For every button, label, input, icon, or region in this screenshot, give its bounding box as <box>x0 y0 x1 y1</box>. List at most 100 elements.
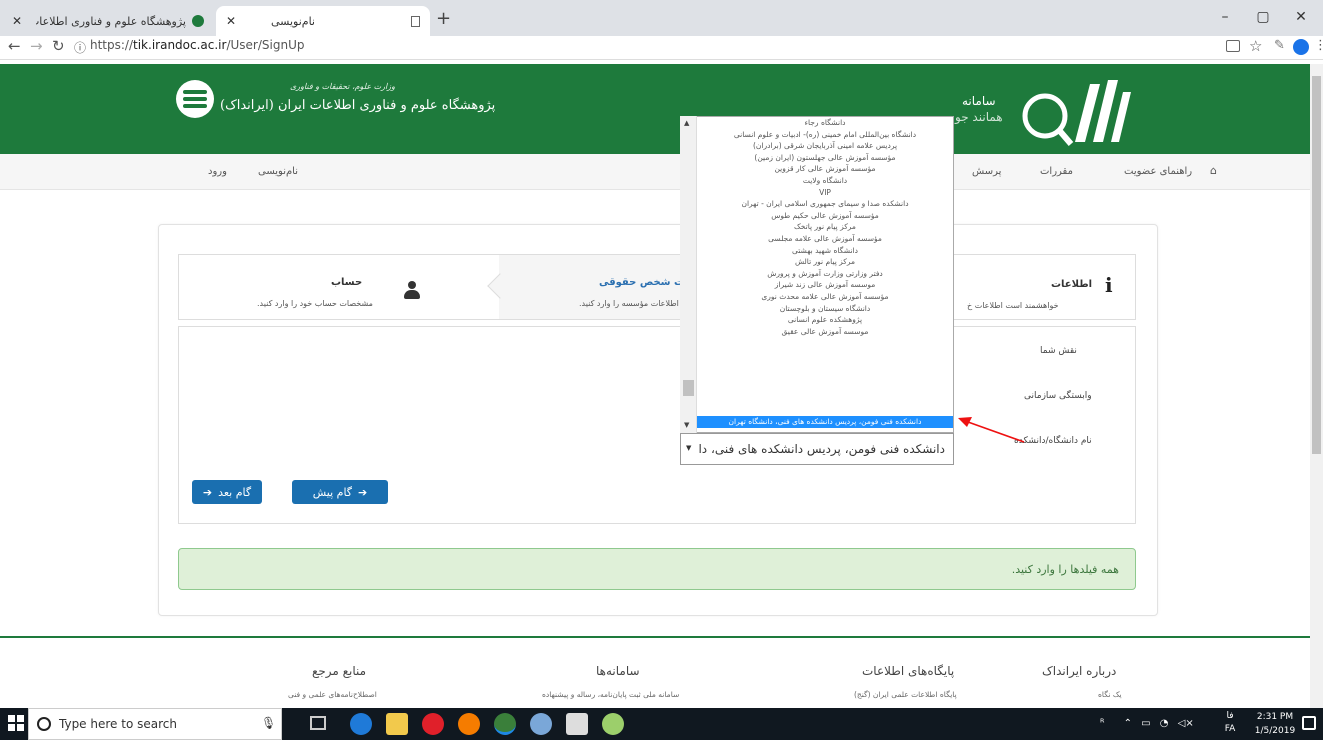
dropdown-option[interactable]: دانشگاه شهید بهشتی <box>697 245 953 257</box>
new-tab-button[interactable]: + <box>436 8 451 29</box>
dropdown-option[interactable]: موسسه آموزش عالی عقیق <box>697 326 953 338</box>
step-title: حساب <box>331 277 363 288</box>
photos-icon[interactable] <box>566 713 588 735</box>
dropdown-option[interactable]: دانشگاه سیستان و بلوچستان <box>697 303 953 315</box>
site-nav: نام‌نویسی ورود ⌂ راهنمای عضویت مقررات پر… <box>0 154 1310 190</box>
chrome-icon[interactable] <box>494 713 516 735</box>
back-arrow-icon[interactable]: ← <box>8 37 21 55</box>
arrow-right-icon: ➔ <box>202 485 213 499</box>
dropdown-option[interactable]: پردیس علامه امینی آذربایجان شرقی (برادرا… <box>697 140 953 152</box>
bookmark-star-icon[interactable]: ☆ <box>1249 37 1262 55</box>
footer-link-thesaurus[interactable]: اصطلاح‌نامه‌های علمی و فنی <box>288 690 377 699</box>
close-window-button[interactable]: ✕ <box>1286 4 1316 30</box>
dropdown-option[interactable]: مرکز پیام نور تالش <box>697 256 953 268</box>
dropdown-option[interactable]: دفتر وزارتی وزارت آموزش و پرورش <box>697 268 953 280</box>
org-name: پژوهشگاه علوم و فناوری اطلاعات ایران (ای… <box>220 98 496 113</box>
dropdown-option[interactable]: مؤسسه آموزش عالی حکیم طوس <box>697 210 953 222</box>
dropdown-option[interactable]: پژوهشکده علوم انسانی <box>697 314 953 326</box>
tab-close-icon[interactable]: ✕ <box>226 14 236 28</box>
user-icon <box>404 281 420 299</box>
edge-icon[interactable] <box>350 713 372 735</box>
previous-step-button[interactable]: ➔ گام پیش <box>292 480 388 504</box>
clock[interactable]: 2:31 PM 1/5/2019 <box>1250 710 1300 738</box>
nav-rules[interactable]: مقررات <box>1040 166 1073 177</box>
footer-title-references: منابع مرجع <box>312 664 367 678</box>
step-account[interactable]: حساب مشخصات حساب خود را وارد کنید. <box>179 255 499 319</box>
lang-code: FA <box>1224 724 1236 734</box>
file-explorer-icon[interactable] <box>386 713 408 735</box>
prev-button-label: گام پیش <box>312 485 353 499</box>
footer-title-databases: پایگاه‌های اطلاعات <box>862 664 955 678</box>
browser-menu-icon[interactable]: ⋮ <box>1314 38 1323 53</box>
dropdown-option[interactable]: دانشگاه ولایت <box>697 175 953 187</box>
tray-chevron-icon[interactable]: ⌃ <box>1124 718 1132 729</box>
notifications-icon[interactable] <box>1302 716 1316 730</box>
irandoc-logo-icon[interactable] <box>176 80 214 118</box>
dropdown-option[interactable]: مؤسسه آموزش عالی کار قزوین <box>697 163 953 175</box>
maximize-button[interactable]: ▢ <box>1248 4 1278 30</box>
scroll-down-icon[interactable]: ▼ <box>684 421 689 429</box>
wifi-icon[interactable]: ◔ <box>1160 718 1169 729</box>
alert-message: همه فیلدها را وارد کنید. <box>1011 563 1119 576</box>
page-scroll-thumb[interactable] <box>1312 76 1321 454</box>
step-info[interactable]: i اطلاعات خواهشمند است اطلاعات خ <box>955 255 1135 319</box>
nav-login[interactable]: ورود <box>208 166 227 177</box>
snipping-tool-icon[interactable] <box>602 713 624 735</box>
dropdown-option[interactable]: مؤسسه آموزش عالی علامه مجلسی <box>697 233 953 245</box>
scroll-up-icon[interactable]: ▲ <box>684 119 689 127</box>
windows-start-icon[interactable] <box>8 715 24 731</box>
microphone-icon[interactable]: 🎙 <box>261 716 276 730</box>
university-select[interactable]: دانشکده فنی فومن، پردیس دانشکده های فنی،… <box>680 433 954 465</box>
validation-alert: همه فیلدها را وارد کنید. <box>178 548 1136 590</box>
lang-top: فا <box>1226 711 1234 721</box>
dropdown-scroll-thumb[interactable] <box>683 380 694 396</box>
next-button-label: گام بعد <box>218 485 252 499</box>
tab-close-icon[interactable]: ✕ <box>12 14 22 28</box>
footer-link-about[interactable]: یک نگاه <box>1098 690 1122 699</box>
tab-signup[interactable]: نام‌نویسی ✕ <box>216 6 430 36</box>
dropdown-option[interactable]: مؤسسه آموزش عالی علامه محدث نوری <box>697 291 953 303</box>
step-description: خواهشمند است اطلاعات خ <box>967 301 1059 310</box>
next-step-button[interactable]: گام بعد ➔ <box>192 480 262 504</box>
tab-irandoc[interactable]: پژوهشگاه علوم و فناوری اطلاعات ا ✕ <box>2 6 214 36</box>
taskbar-search[interactable]: Type here to search 🎙 <box>28 708 282 740</box>
dropdown-option[interactable]: دانشگاه رجاء <box>697 117 953 129</box>
home-icon[interactable]: ⌂ <box>1210 164 1217 177</box>
tab-title: پژوهشگاه علوم و فناوری اطلاعات ا <box>36 14 186 28</box>
volume-icon[interactable]: ◁× <box>1178 718 1194 729</box>
step-title: اطلاعات <box>1051 279 1093 290</box>
task-view-icon[interactable] <box>310 716 326 730</box>
dropdown-option[interactable]: موسسه آموزش عالی زند شیراز <box>697 279 953 291</box>
arrow-right-icon: ➔ <box>358 485 368 499</box>
dropdown-option-selected[interactable]: دانشکده فنی فومن، پردیس دانشکده های فنی،… <box>697 416 953 428</box>
nav-membership-guide[interactable]: راهنمای عضویت <box>1124 166 1192 177</box>
reload-icon[interactable]: ↻ <box>52 37 65 55</box>
paint-icon[interactable] <box>530 713 552 735</box>
dropdown-option[interactable]: دانشکده صدا و سیمای جمهوری اسلامی ایران … <box>697 198 953 210</box>
profile-avatar[interactable] <box>1293 39 1309 55</box>
minimize-button[interactable]: – <box>1210 4 1240 30</box>
dropdown-option[interactable]: مرکز پیام نور پاتخک <box>697 221 953 233</box>
step-description: مشخصات حساب خود را وارد کنید. <box>257 299 373 308</box>
battery-icon[interactable]: ▭ <box>1141 718 1150 729</box>
people-icon[interactable]: ᴿ <box>1100 718 1104 729</box>
language-indicator[interactable]: فا FA <box>1218 710 1242 738</box>
tab-title: نام‌نویسی <box>270 14 315 28</box>
dropdown-option[interactable]: مؤسسه آموزش عالی جهلستون (ایران زمین) <box>697 152 953 164</box>
footer-link-ganj[interactable]: پایگاه اطلاعات علمی ایران (گنج) <box>854 690 957 699</box>
nav-faq[interactable]: پرسش <box>972 166 1001 177</box>
footer-link-thesis[interactable]: سامانه ملی ثبت پایان‌نامه، رساله و پیشنه… <box>542 690 679 699</box>
select-caret-icon: ▼ <box>686 444 692 452</box>
dropdown-option[interactable]: VIP <box>697 187 953 199</box>
hamanandjoo-logo-icon <box>1015 72 1133 150</box>
firefox-icon[interactable] <box>458 713 480 735</box>
ministry-caption: وزارت علوم، تحقیقات و فناوری <box>290 82 395 91</box>
extension-icon[interactable]: ✎ <box>1274 38 1285 53</box>
nav-signup[interactable]: نام‌نویسی <box>258 166 298 177</box>
translate-icon[interactable] <box>1226 40 1240 52</box>
opera-icon[interactable] <box>422 713 444 735</box>
url-path: /User/SignUp <box>226 38 305 52</box>
dropdown-option[interactable]: دانشگاه بین‌المللی امام خمینی (ره)- ادبی… <box>697 129 953 141</box>
forward-arrow-icon[interactable]: → <box>30 37 43 55</box>
url-field[interactable]: https://tik.irandoc.ac.ir/User/SignUp <box>90 38 304 52</box>
